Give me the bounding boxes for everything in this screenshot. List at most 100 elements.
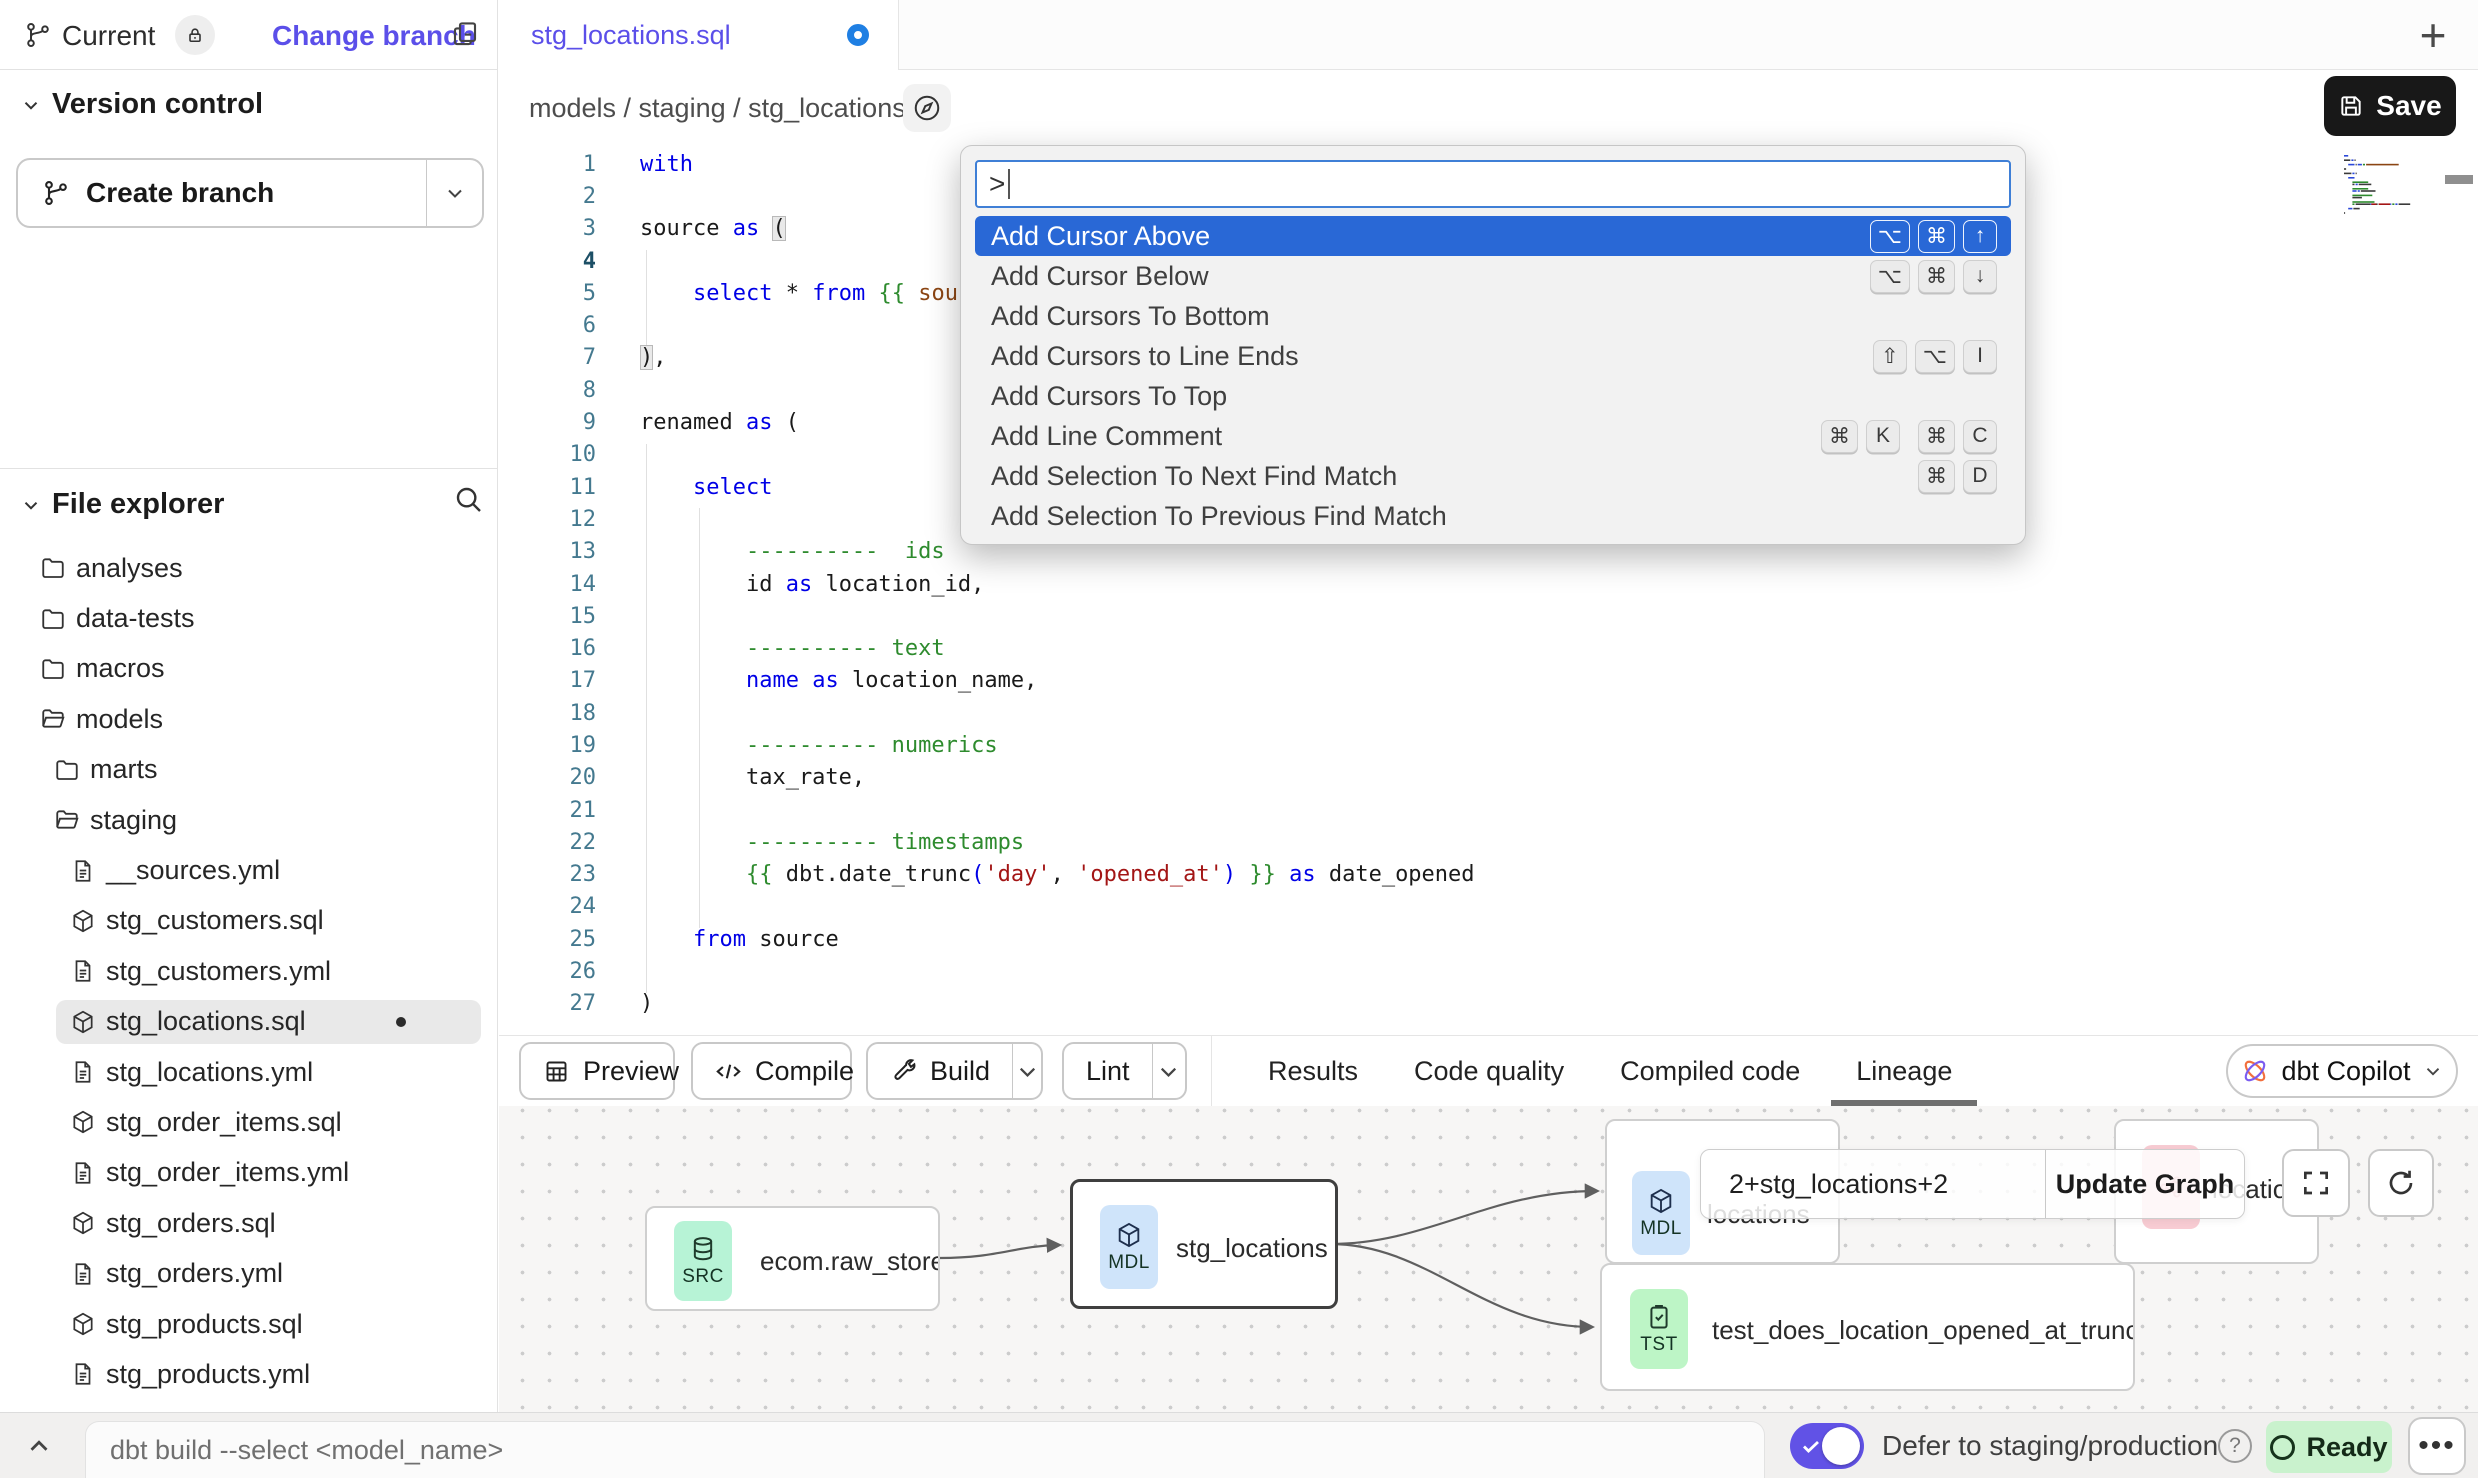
line-number[interactable]: 13: [499, 539, 596, 564]
compile-button[interactable]: Compile: [691, 1042, 852, 1100]
line-number[interactable]: 19: [499, 733, 596, 758]
palette-item[interactable]: Add Cursors To Top: [975, 376, 2011, 416]
navigate-button[interactable]: [903, 84, 951, 132]
preview-button[interactable]: Preview: [519, 1042, 675, 1100]
copy-icon[interactable]: [450, 19, 480, 49]
update-graph-button[interactable]: Update Graph: [2045, 1150, 2244, 1218]
line-number[interactable]: 23: [499, 862, 596, 887]
version-control-section-header[interactable]: Version control: [20, 88, 263, 121]
line-number[interactable]: 18: [499, 701, 596, 726]
file-item-stg_orders.sql[interactable]: stg_orders.sql: [0, 1198, 497, 1248]
line-number[interactable]: 11: [499, 475, 596, 500]
file-item-__sources.yml[interactable]: __sources.yml: [0, 845, 497, 895]
line-number[interactable]: 14: [499, 572, 596, 597]
line-number[interactable]: 5: [499, 281, 596, 306]
file-item-label: stg_orders.sql: [106, 1208, 276, 1239]
line-number[interactable]: 17: [499, 668, 596, 693]
file-item-stg_customers.yml[interactable]: stg_customers.yml: [0, 946, 497, 996]
lint-button[interactable]: Lint: [1062, 1042, 1187, 1100]
line-number[interactable]: 20: [499, 765, 596, 790]
file-icon: [70, 858, 96, 884]
file-item-stg_locations.sql[interactable]: stg_locations.sql: [0, 997, 497, 1047]
line-number[interactable]: 26: [499, 959, 596, 984]
dbt-copilot-button[interactable]: dbt Copilot: [2226, 1044, 2458, 1098]
line-number[interactable]: 21: [499, 798, 596, 823]
file-item-stg_products.sql[interactable]: stg_products.sql: [0, 1299, 497, 1349]
line-number[interactable]: 15: [499, 604, 596, 629]
tab-stg-locations-sql[interactable]: stg_locations.sql: [499, 0, 899, 70]
version-control-title: Version control: [52, 88, 263, 121]
palette-item[interactable]: Add Line Comment⌘K⌘C: [975, 416, 2011, 456]
model-icon: [70, 1311, 96, 1337]
file-item-stg_order_items.yml[interactable]: stg_order_items.yml: [0, 1148, 497, 1198]
file-item-stg_products.yml[interactable]: stg_products.yml: [0, 1349, 497, 1399]
change-branch-link[interactable]: Change branch: [272, 20, 476, 52]
tab-code-quality[interactable]: Code quality: [1414, 1036, 1564, 1106]
file-item-stg_customers.sql[interactable]: stg_customers.sql: [0, 896, 497, 946]
line-number[interactable]: 16: [499, 636, 596, 661]
line-number[interactable]: 22: [499, 830, 596, 855]
fullscreen-button[interactable]: [2282, 1149, 2350, 1217]
refresh-button[interactable]: [2368, 1149, 2434, 1217]
file-item-stg_order_items.sql[interactable]: stg_order_items.sql: [0, 1097, 497, 1147]
folder-icon: [40, 555, 66, 581]
line-number[interactable]: 27: [499, 991, 596, 1016]
line-number[interactable]: 12: [499, 507, 596, 532]
file-item-staging[interactable]: staging: [0, 795, 497, 845]
command-input[interactable]: dbt build --select <model_name>: [85, 1421, 1765, 1478]
build-button[interactable]: Build: [866, 1042, 1043, 1100]
lineage-graph[interactable]: SRC ecom.raw_stores MDL stg_locations MD…: [499, 1106, 2478, 1412]
file-item-data-tests[interactable]: data-tests: [0, 593, 497, 643]
palette-item[interactable]: Add Cursor Below⌥⌘↓: [975, 256, 2011, 296]
file-item-stg_locations.yml[interactable]: stg_locations.yml: [0, 1047, 497, 1097]
create-branch-dropdown[interactable]: [426, 160, 482, 226]
line-number[interactable]: 1: [499, 152, 596, 177]
palette-item[interactable]: Add Cursor Above⌥⌘↑: [975, 216, 2011, 256]
line-number[interactable]: 2: [499, 184, 596, 209]
save-button[interactable]: Save: [2324, 76, 2456, 136]
line-number[interactable]: 24: [499, 894, 596, 919]
line-number[interactable]: 8: [499, 378, 596, 403]
lint-dropdown[interactable]: [1152, 1044, 1185, 1098]
file-item-stg_orders.yml[interactable]: stg_orders.yml: [0, 1248, 497, 1298]
search-icon[interactable]: [452, 483, 484, 515]
line-number[interactable]: 25: [499, 927, 596, 952]
line-number[interactable]: 10: [499, 442, 596, 467]
palette-item[interactable]: Add Cursors To Bottom: [975, 296, 2011, 336]
defer-toggle[interactable]: [1790, 1423, 1864, 1469]
line-number[interactable]: 4: [499, 249, 596, 274]
lineage-node-stg-locations[interactable]: MDL stg_locations: [1070, 1179, 1338, 1309]
palette-item[interactable]: Add Selection To All Find Matches: [975, 536, 2011, 545]
file-item-label: macros: [76, 653, 165, 684]
palette-item[interactable]: Add Selection To Previous Find Match: [975, 496, 2011, 536]
line-number[interactable]: 7: [499, 345, 596, 370]
file-item-macros[interactable]: macros: [0, 644, 497, 694]
tab-results[interactable]: Results: [1268, 1036, 1358, 1106]
code-line-15: 15: [499, 600, 2478, 632]
minimap[interactable]: [2340, 151, 2436, 215]
line-number[interactable]: 6: [499, 313, 596, 338]
command-palette-input[interactable]: >: [975, 160, 2011, 208]
tab-compiled-code[interactable]: Compiled code: [1620, 1036, 1800, 1106]
file-explorer-section-header[interactable]: File explorer: [20, 488, 224, 521]
line-number[interactable]: 3: [499, 216, 596, 241]
scrollbar-thumb[interactable]: [2445, 175, 2473, 184]
file-item-models[interactable]: models: [0, 694, 497, 744]
help-icon[interactable]: ?: [2218, 1429, 2252, 1463]
lineage-node-test[interactable]: TST test_does_location_opened_at_trunc_t…: [1600, 1263, 2135, 1391]
line-number[interactable]: 9: [499, 410, 596, 435]
more-options-button[interactable]: •••: [2408, 1417, 2466, 1475]
palette-item[interactable]: Add Cursors to Line Ends⇧⌥I: [975, 336, 2011, 376]
lineage-node-source[interactable]: SRC ecom.raw_stores: [645, 1206, 940, 1311]
palette-item[interactable]: Add Selection To Next Find Match⌘D: [975, 456, 2011, 496]
new-tab-button[interactable]: +: [2406, 8, 2460, 62]
ready-status-badge[interactable]: Ready: [2266, 1421, 2392, 1473]
file-item-marts[interactable]: marts: [0, 745, 497, 795]
build-dropdown[interactable]: [1012, 1044, 1041, 1098]
chevron-up-icon[interactable]: [24, 1431, 54, 1461]
lineage-selector-input[interactable]: 2+stg_locations+2: [1701, 1150, 2045, 1218]
tab-lineage[interactable]: Lineage: [1856, 1036, 1952, 1106]
file-item-analyses[interactable]: analyses: [0, 543, 497, 593]
create-branch-button[interactable]: Create branch: [16, 158, 484, 228]
save-label: Save: [2376, 90, 2441, 122]
